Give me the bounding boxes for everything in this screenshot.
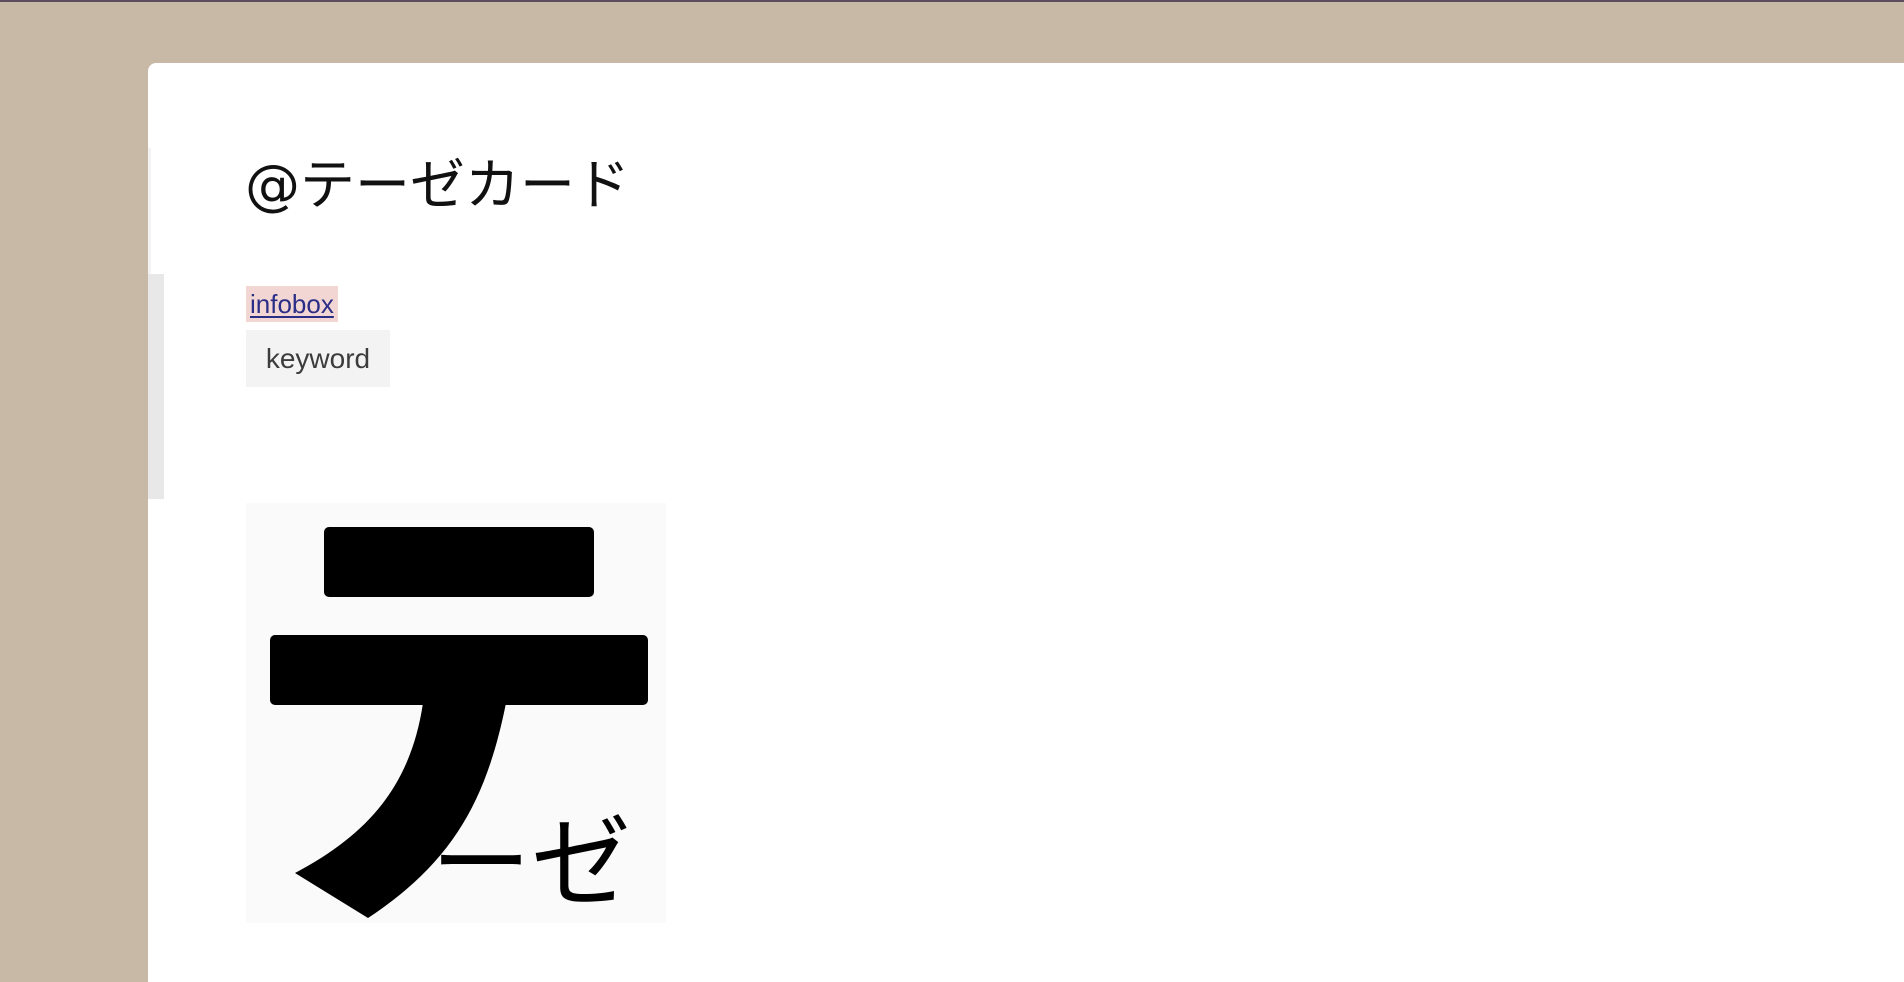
gutter-strip (148, 274, 164, 499)
infobox-link[interactable]: infobox (246, 286, 338, 322)
gutter-strip-upper (148, 148, 151, 274)
top-border (0, 0, 1904, 2)
thesis-card-illustration: ーゼ (270, 527, 648, 922)
page-title: @テーゼカード (245, 153, 631, 217)
keyword-tag[interactable]: keyword (246, 330, 390, 387)
thesis-card-image: ーゼ (246, 503, 666, 923)
image-small-text: ーゼ (431, 805, 631, 922)
